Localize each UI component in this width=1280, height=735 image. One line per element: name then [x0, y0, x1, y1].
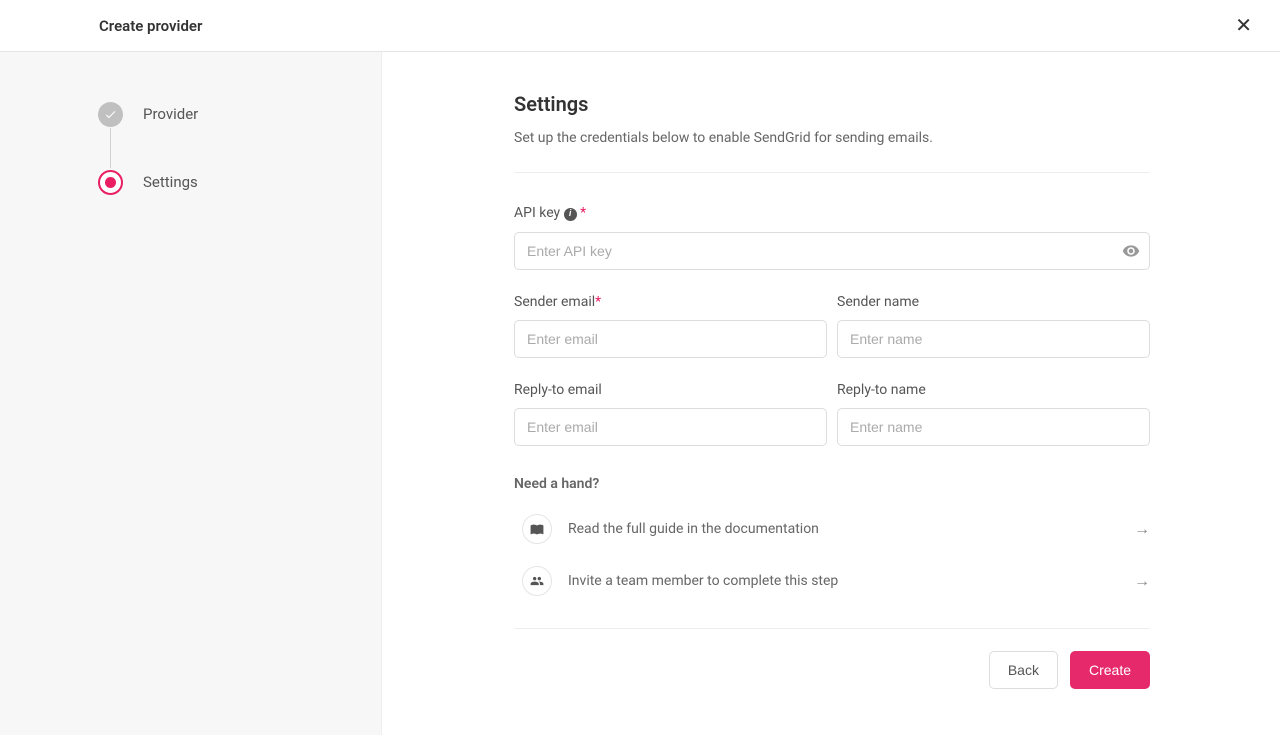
footer-actions: Back Create [514, 628, 1150, 709]
api-key-group: API key i * [514, 205, 1150, 270]
arrow-right-icon: → [1134, 519, 1150, 539]
step-settings[interactable]: Settings [98, 168, 381, 196]
close-button[interactable]: ✕ [1231, 9, 1256, 42]
toggle-visibility-button[interactable] [1122, 242, 1140, 260]
required-asterisk: * [595, 294, 601, 310]
reply-to-email-input[interactable] [514, 408, 827, 446]
reply-to-row: Reply-to email Reply-to name [514, 382, 1150, 446]
help-text: Read the full guide in the documentation [568, 521, 1118, 537]
modal-title: Create provider [99, 17, 202, 35]
main-panel: Settings Set up the credentials below to… [382, 52, 1280, 735]
users-icon-circle [522, 566, 552, 596]
settings-title: Settings [514, 92, 1150, 116]
reply-to-name-input[interactable] [837, 408, 1150, 446]
sender-row: Sender email* Sender name [514, 294, 1150, 358]
book-icon [530, 522, 544, 536]
help-title: Need a hand? [514, 476, 1150, 492]
content: Settings Set up the credentials below to… [514, 92, 1150, 709]
step-connector [110, 128, 111, 168]
back-button[interactable]: Back [989, 651, 1058, 689]
help-text: Invite a team member to complete this st… [568, 573, 1118, 589]
help-docs-link[interactable]: Read the full guide in the documentation… [514, 514, 1150, 544]
step-sidebar: Provider Settings [0, 52, 382, 735]
sender-email-label: Sender email* [514, 294, 827, 310]
sender-name-input[interactable] [837, 320, 1150, 358]
step-label: Provider [143, 105, 198, 123]
active-circle-icon [98, 170, 123, 195]
layout: Provider Settings Settings Set up the cr… [0, 52, 1280, 735]
sender-name-group: Sender name [837, 294, 1150, 358]
divider [514, 172, 1150, 173]
reply-to-name-group: Reply-to name [837, 382, 1150, 446]
api-key-label: API key i * [514, 205, 1150, 222]
users-icon [530, 574, 544, 588]
step-provider[interactable]: Provider [98, 100, 381, 128]
check-circle-icon [98, 102, 123, 127]
sender-email-group: Sender email* [514, 294, 827, 358]
arrow-right-icon: → [1134, 571, 1150, 591]
reply-to-email-group: Reply-to email [514, 382, 827, 446]
api-key-input[interactable] [514, 232, 1150, 270]
help-invite-link[interactable]: Invite a team member to complete this st… [514, 566, 1150, 596]
reply-to-email-label: Reply-to email [514, 382, 827, 398]
book-icon-circle [522, 514, 552, 544]
reply-to-name-label: Reply-to name [837, 382, 1150, 398]
sender-name-label: Sender name [837, 294, 1150, 310]
info-icon[interactable]: i [564, 208, 577, 221]
modal-header: Create provider ✕ [0, 0, 1280, 52]
create-button[interactable]: Create [1070, 651, 1150, 689]
step-label: Settings [143, 173, 198, 191]
required-asterisk: * [580, 205, 586, 221]
sender-email-input[interactable] [514, 320, 827, 358]
settings-description: Set up the credentials below to enable S… [514, 130, 1150, 146]
eye-icon [1122, 242, 1140, 260]
close-icon: ✕ [1235, 15, 1252, 37]
